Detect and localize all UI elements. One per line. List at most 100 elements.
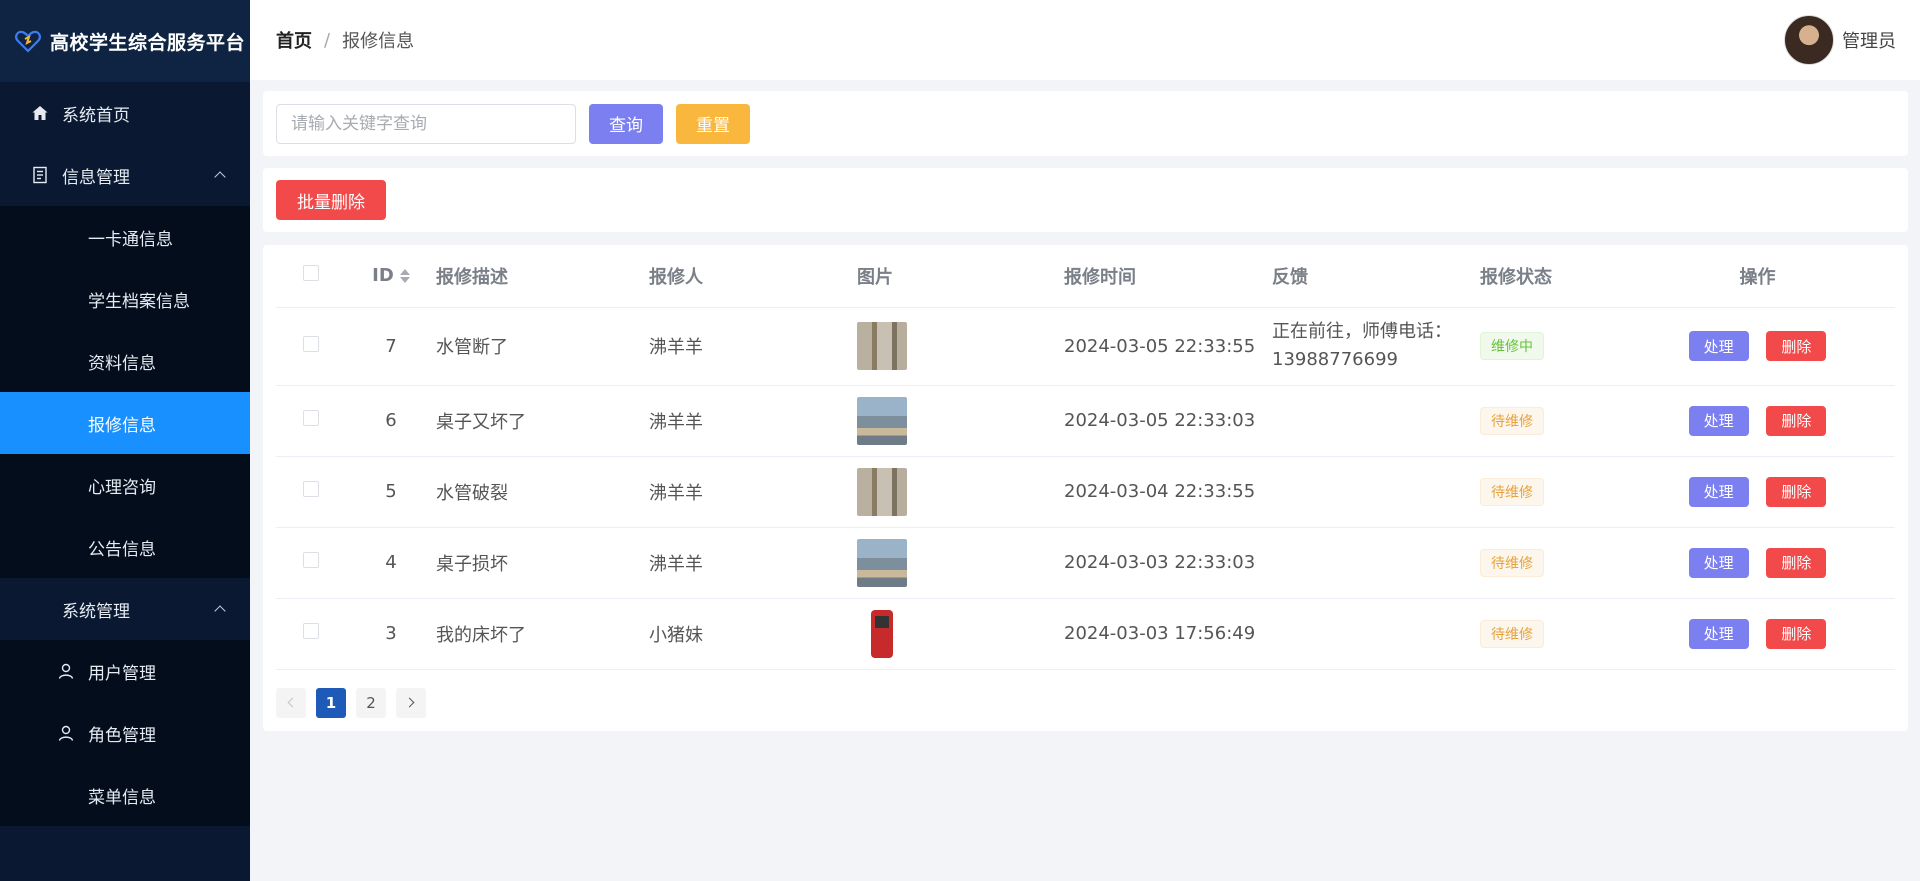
- brand: 高校学生综合服务平台: [0, 0, 250, 82]
- sidebar-item-home[interactable]: 系统首页: [0, 82, 250, 144]
- status-badge: 待维修: [1480, 406, 1544, 435]
- cell-image: [857, 598, 1064, 670]
- cell-time: 2024-03-03 22:33:03: [1064, 527, 1272, 599]
- cell-status: 待维修: [1480, 385, 1620, 457]
- column-header-feedback: 反馈: [1272, 245, 1480, 308]
- sidebar-item-notice[interactable]: 公告信息: [0, 516, 250, 578]
- cell-id: 6: [346, 385, 436, 457]
- repair-image-thumbnail[interactable]: [857, 467, 907, 516]
- cell-reporter: 沸羊羊: [649, 385, 857, 457]
- repair-image-thumbnail[interactable]: [857, 538, 907, 587]
- table-row: 6 桌子又坏了 沸羊羊 2024-03-05 22:33:03 待维修 处理 删…: [276, 385, 1895, 457]
- home-icon: [30, 103, 50, 123]
- next-page-button[interactable]: [396, 687, 426, 718]
- handle-button[interactable]: 处理: [1688, 331, 1749, 361]
- sidebar-group-label: 信息管理: [62, 167, 130, 188]
- select-all-checkbox[interactable]: [303, 265, 319, 282]
- user-menu[interactable]: 管理员: [1784, 15, 1896, 65]
- sort-icon[interactable]: [399, 269, 410, 284]
- sidebar-item-label: 资料信息: [88, 353, 156, 374]
- column-header-id[interactable]: ID: [346, 245, 436, 308]
- breadcrumb-home[interactable]: 首页: [276, 27, 312, 53]
- row-checkbox[interactable]: [303, 552, 319, 568]
- sidebar-group-info-mgmt[interactable]: 信息管理: [0, 144, 250, 206]
- cell-image: [857, 307, 1064, 386]
- page-1-button[interactable]: 1: [316, 687, 346, 718]
- sidebar-item-menus[interactable]: 菜单信息: [0, 764, 250, 826]
- sidebar-item-repair[interactable]: 报修信息: [0, 392, 250, 454]
- cell-actions: 处理 删除: [1620, 307, 1895, 386]
- cell-desc: 桌子又坏了: [436, 385, 649, 457]
- document-icon: [30, 165, 50, 185]
- brand-title: 高校学生综合服务平台: [50, 31, 246, 54]
- sidebar-item-card-info[interactable]: 一卡通信息: [0, 206, 250, 268]
- column-header-time: 报修时间: [1064, 245, 1272, 308]
- cell-feedback: [1272, 527, 1480, 599]
- reset-button[interactable]: 重置: [676, 103, 750, 144]
- grid-icon: [56, 537, 76, 557]
- column-header-actions: 操作: [1620, 245, 1895, 308]
- cell-time: 2024-03-03 17:56:49: [1064, 598, 1272, 670]
- batch-delete-button[interactable]: 批量删除: [276, 180, 386, 220]
- repair-image-thumbnail[interactable]: [857, 322, 907, 370]
- table-row: 5 水管破裂 沸羊羊 2024-03-04 22:33:55 待维修 处理 删除: [276, 456, 1895, 528]
- sidebar-item-student-archive[interactable]: 学生档案信息: [0, 268, 250, 330]
- sidebar-item-label: 公告信息: [88, 539, 156, 560]
- sidebar-item-roles[interactable]: 角色管理: [0, 702, 250, 764]
- table-row: 4 桌子损坏 沸羊羊 2024-03-03 22:33:03 待维修 处理 删除: [276, 527, 1895, 599]
- query-button[interactable]: 查询: [589, 103, 663, 144]
- sidebar-item-materials[interactable]: 资料信息: [0, 330, 250, 392]
- sidebar-item-users[interactable]: 用户管理: [0, 640, 250, 702]
- sidebar-item-label: 用户管理: [88, 663, 156, 684]
- delete-button[interactable]: 删除: [1766, 547, 1827, 578]
- repair-image-thumbnail[interactable]: [857, 396, 907, 445]
- search-input[interactable]: [276, 103, 576, 144]
- cell-id: 7: [346, 307, 436, 386]
- cell-time: 2024-03-04 22:33:55: [1064, 456, 1272, 528]
- sidebar-item-label: 报修信息: [88, 415, 156, 436]
- cell-reporter: 小猪妹: [649, 598, 857, 670]
- sidebar-group-sys-mgmt[interactable]: 系统管理: [0, 578, 250, 640]
- delete-button[interactable]: 删除: [1766, 476, 1827, 507]
- repair-table: ID 报修描述 报修人 图片 报修时间 反馈 报修状态 操作 7 水管断了 沸羊…: [276, 245, 1895, 670]
- heart-logo-icon: [15, 30, 41, 53]
- cell-desc: 水管破裂: [436, 456, 649, 528]
- top-header: 首页 / 报修信息 管理员: [250, 0, 1920, 80]
- sidebar-item-label: 心理咨询: [88, 477, 156, 498]
- cell-image: [857, 456, 1064, 528]
- row-checkbox[interactable]: [303, 481, 319, 497]
- sidebar-item-counseling[interactable]: 心理咨询: [0, 454, 250, 516]
- delete-button[interactable]: 删除: [1766, 331, 1827, 361]
- sidebar-item-label: 角色管理: [88, 725, 156, 746]
- sidebar-item-label: 学生档案信息: [88, 291, 190, 312]
- repair-image-thumbnail[interactable]: [871, 609, 893, 658]
- page-2-button[interactable]: 2: [356, 687, 386, 718]
- row-checkbox[interactable]: [303, 410, 319, 426]
- cell-actions: 处理 删除: [1620, 456, 1895, 528]
- cell-image: [857, 527, 1064, 599]
- prev-page-button[interactable]: [276, 687, 306, 718]
- handle-button[interactable]: 处理: [1688, 405, 1749, 436]
- cell-feedback: [1272, 456, 1480, 528]
- handle-button[interactable]: 处理: [1688, 476, 1749, 507]
- breadcrumb-separator: /: [324, 29, 331, 51]
- sidebar-item-label: 菜单信息: [88, 787, 156, 808]
- row-checkbox[interactable]: [303, 335, 319, 352]
- delete-button[interactable]: 删除: [1766, 618, 1827, 649]
- cell-id: 4: [346, 527, 436, 599]
- table-panel: ID 报修描述 报修人 图片 报修时间 反馈 报修状态 操作 7 水管断了 沸羊…: [263, 245, 1908, 731]
- column-header-desc: 报修描述: [436, 245, 649, 308]
- sidebar-item-label: 系统首页: [62, 105, 130, 126]
- status-badge: 待维修: [1480, 477, 1544, 506]
- grid-icon: [56, 289, 76, 309]
- delete-button[interactable]: 删除: [1766, 405, 1827, 436]
- cell-desc: 水管断了: [436, 307, 649, 386]
- cell-reporter: 沸羊羊: [649, 456, 857, 528]
- avatar[interactable]: [1784, 15, 1834, 65]
- pagination: 1 2: [276, 687, 1895, 718]
- handle-button[interactable]: 处理: [1688, 618, 1749, 649]
- cell-feedback: [1272, 385, 1480, 457]
- row-checkbox[interactable]: [303, 623, 319, 639]
- handle-button[interactable]: 处理: [1688, 547, 1749, 578]
- user-name[interactable]: 管理员: [1842, 27, 1896, 53]
